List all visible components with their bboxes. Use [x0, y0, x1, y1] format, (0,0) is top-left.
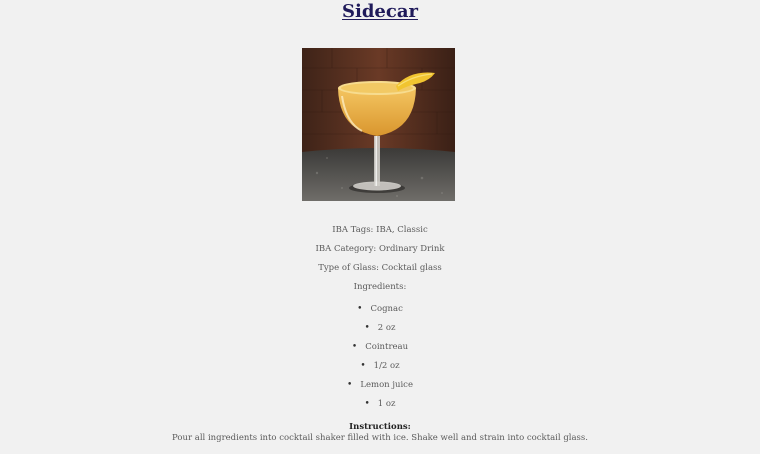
list-item: • 1/2 oz: [0, 360, 760, 372]
recipe-page: Sidecar IBA Tags: IBA, Classic IBA Categ…: [0, 0, 760, 454]
bullet-icon: •: [357, 304, 363, 314]
ingredient-text: Cognac: [370, 304, 403, 314]
list-item: • Lemon juice: [0, 379, 760, 391]
ingredient-text: Cointreau: [365, 342, 409, 352]
iba-category: IBA Category: Ordinary Drink: [315, 244, 445, 254]
page-title[interactable]: Sidecar: [0, 0, 760, 24]
list-item: • 1 oz: [0, 398, 760, 410]
ingredient-text: 2 oz: [377, 323, 396, 333]
cocktail-image: [302, 48, 455, 201]
bullet-icon: •: [360, 361, 366, 371]
bullet-icon: •: [364, 323, 370, 333]
glass-type: Type of Glass: Cocktail glass: [318, 263, 442, 273]
bullet-icon: •: [364, 399, 370, 409]
ingredient-text: 1 oz: [377, 399, 396, 409]
ingredient-text: Lemon juice: [360, 380, 413, 390]
bullet-icon: •: [347, 380, 353, 390]
list-item: • Cognac: [0, 303, 760, 315]
ingredient-text: 1/2 oz: [373, 361, 400, 371]
list-item: • Cointreau: [0, 341, 760, 353]
bullet-icon: •: [351, 342, 358, 352]
iba-tags: IBA Tags: IBA, Classic: [332, 225, 428, 235]
instructions-text: Pour all ingredients into cocktail shake…: [172, 433, 588, 443]
ingredients-heading: Ingredients:: [353, 282, 407, 292]
list-item: • 2 oz: [0, 322, 760, 334]
